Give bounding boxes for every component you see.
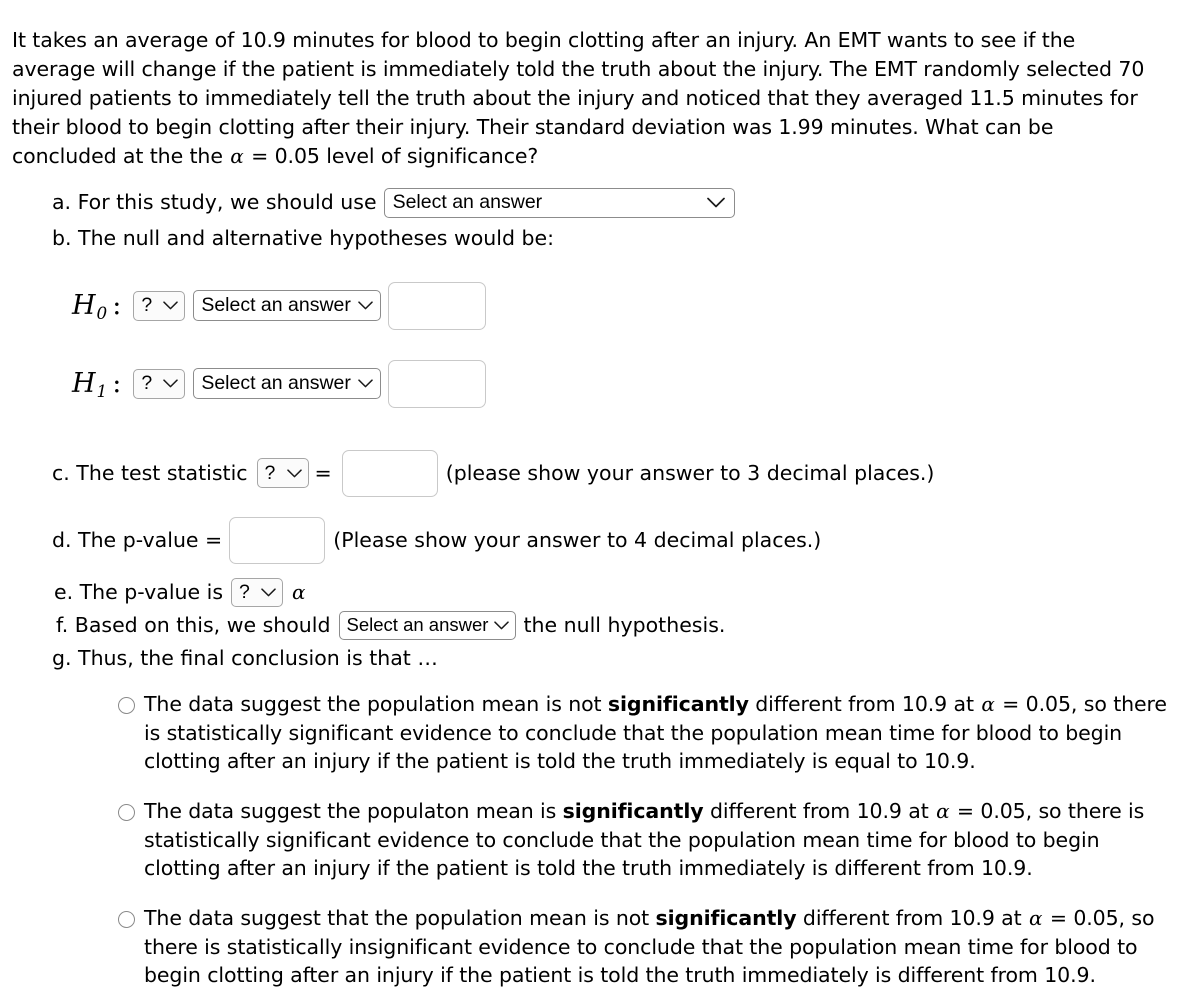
emphasis-significantly: significantly	[607, 692, 749, 717]
question-part-d: d. The p-value = (Please show your answe…	[52, 516, 1190, 564]
choice-text-segment: The data suggest the populaton mean is	[144, 799, 563, 824]
conclusion-choice-text: The data suggest the population mean is …	[144, 690, 1173, 775]
alpha-symbol: α	[936, 799, 950, 824]
h0-value-input[interactable]	[387, 281, 486, 330]
chevron-down-icon	[261, 588, 276, 597]
chevron-down-icon	[163, 379, 179, 388]
alpha-symbol: α	[1029, 906, 1043, 931]
part-d-label: d. The p-value =	[52, 528, 223, 553]
h0-operator-select[interactable]: ?	[133, 290, 186, 321]
conclusion-choice[interactable]: The data suggest the populaton mean is s…	[118, 797, 1173, 882]
chevron-down-icon	[286, 469, 302, 478]
conclusion-choice-text: The data suggest the populaton mean is s…	[144, 797, 1173, 882]
h0-operator-select-value: ?	[141, 294, 153, 317]
h1-operator-select[interactable]: ?	[133, 368, 186, 399]
h1-value-input[interactable]	[387, 359, 486, 408]
problem-text-part2: = 0.05 level of significance?	[244, 144, 539, 169]
h1-symbol: H1:	[72, 367, 122, 401]
part-e-alpha-symbol: α	[292, 579, 306, 604]
question-parts-list: a. For this study, we should use Select …	[8, 187, 1190, 673]
test-statistic-select[interactable]: ?	[256, 458, 309, 489]
h0-symbol: H0:	[72, 289, 122, 323]
h0-answer-select-value: Select an answer	[201, 294, 351, 317]
part-f-label-after: the null hypothesis.	[523, 613, 726, 638]
emphasis-significantly: significantly	[562, 799, 704, 824]
hypothesis-alternative-row: H1: ? Select an answer	[72, 359, 1190, 408]
choice-text-segment: The data suggest that the population mea…	[144, 906, 656, 931]
conclusion-choice[interactable]: The data suggest the population mean is …	[118, 690, 1173, 775]
question-page: It takes an average of 10.9 minutes for …	[0, 0, 1200, 990]
radio-button-3[interactable]	[118, 911, 135, 929]
alpha-symbol: α	[230, 144, 244, 169]
conclusion-choices-list: The data suggest the population mean is …	[8, 690, 1190, 989]
part-f-label-before: f. Based on this, we should	[56, 613, 331, 638]
h0-answer-select[interactable]: Select an answer	[193, 290, 381, 322]
decision-select-value: Select an answer	[346, 614, 489, 636]
radio-button-2[interactable]	[118, 804, 135, 822]
study-type-select[interactable]: Select an answer	[383, 187, 735, 218]
part-e-label: e. The p-value is	[54, 580, 224, 605]
test-statistic-input[interactable]	[341, 449, 438, 497]
choice-text-segment: different from 10.9 at	[796, 906, 1028, 931]
p-value-input[interactable]	[229, 516, 326, 564]
choice-text-segment: The data suggest the population mean is …	[144, 692, 608, 717]
question-part-c: c. The test statistic ? = (please show y…	[52, 449, 1190, 497]
conclusion-choice-text: The data suggest that the population mea…	[144, 904, 1173, 989]
radio-button-1[interactable]	[118, 697, 135, 715]
question-part-g: g. Thus, the final conclusion is that …	[52, 644, 1190, 672]
part-c-equals-sign: =	[314, 461, 332, 486]
part-g-label: g. Thus, the final conclusion is that …	[52, 645, 438, 670]
chevron-down-icon	[358, 301, 373, 310]
decision-select[interactable]: Select an answer	[338, 610, 517, 640]
test-statistic-select-value: ?	[264, 461, 276, 484]
p-value-comparison-select-value: ?	[239, 580, 250, 603]
question-part-f: f. Based on this, we should Select an an…	[56, 610, 1190, 640]
h1-operator-select-value: ?	[141, 372, 153, 395]
part-c-label: c. The test statistic	[52, 461, 248, 486]
chevron-down-icon	[358, 379, 373, 388]
h1-answer-select-value: Select an answer	[201, 372, 351, 395]
part-d-hint: (Please show your answer to 4 decimal pl…	[333, 528, 822, 553]
hypothesis-null-row: H0: ? Select an answer	[72, 281, 1190, 330]
part-b-label: b. The null and alternative hypotheses w…	[52, 225, 555, 250]
part-a-label: a. For this study, we should use	[52, 190, 377, 215]
emphasis-significantly: significantly	[655, 906, 797, 931]
question-part-b: b. The null and alternative hypotheses w…	[52, 224, 1190, 252]
p-value-comparison-select[interactable]: ?	[231, 577, 284, 607]
h1-answer-select[interactable]: Select an answer	[193, 368, 381, 400]
chevron-down-icon	[163, 301, 179, 310]
choice-text-segment: different from 10.9 at	[748, 692, 981, 717]
question-part-a: a. For this study, we should use Select …	[52, 187, 1190, 218]
problem-text-part1: It takes an average of 10.9 minutes for …	[12, 28, 1145, 169]
choice-text-segment: different from 10.9 at	[703, 799, 936, 824]
conclusion-choice[interactable]: The data suggest that the population mea…	[118, 904, 1173, 989]
part-c-hint: (please show your answer to 3 decimal pl…	[445, 461, 935, 486]
study-type-select-value: Select an answer	[392, 190, 543, 213]
problem-statement: It takes an average of 10.9 minutes for …	[12, 26, 1160, 172]
chevron-down-icon	[706, 197, 725, 208]
question-part-e: e. The p-value is ? α	[54, 577, 1190, 607]
alpha-symbol: α	[981, 692, 995, 717]
chevron-down-icon	[494, 621, 510, 630]
